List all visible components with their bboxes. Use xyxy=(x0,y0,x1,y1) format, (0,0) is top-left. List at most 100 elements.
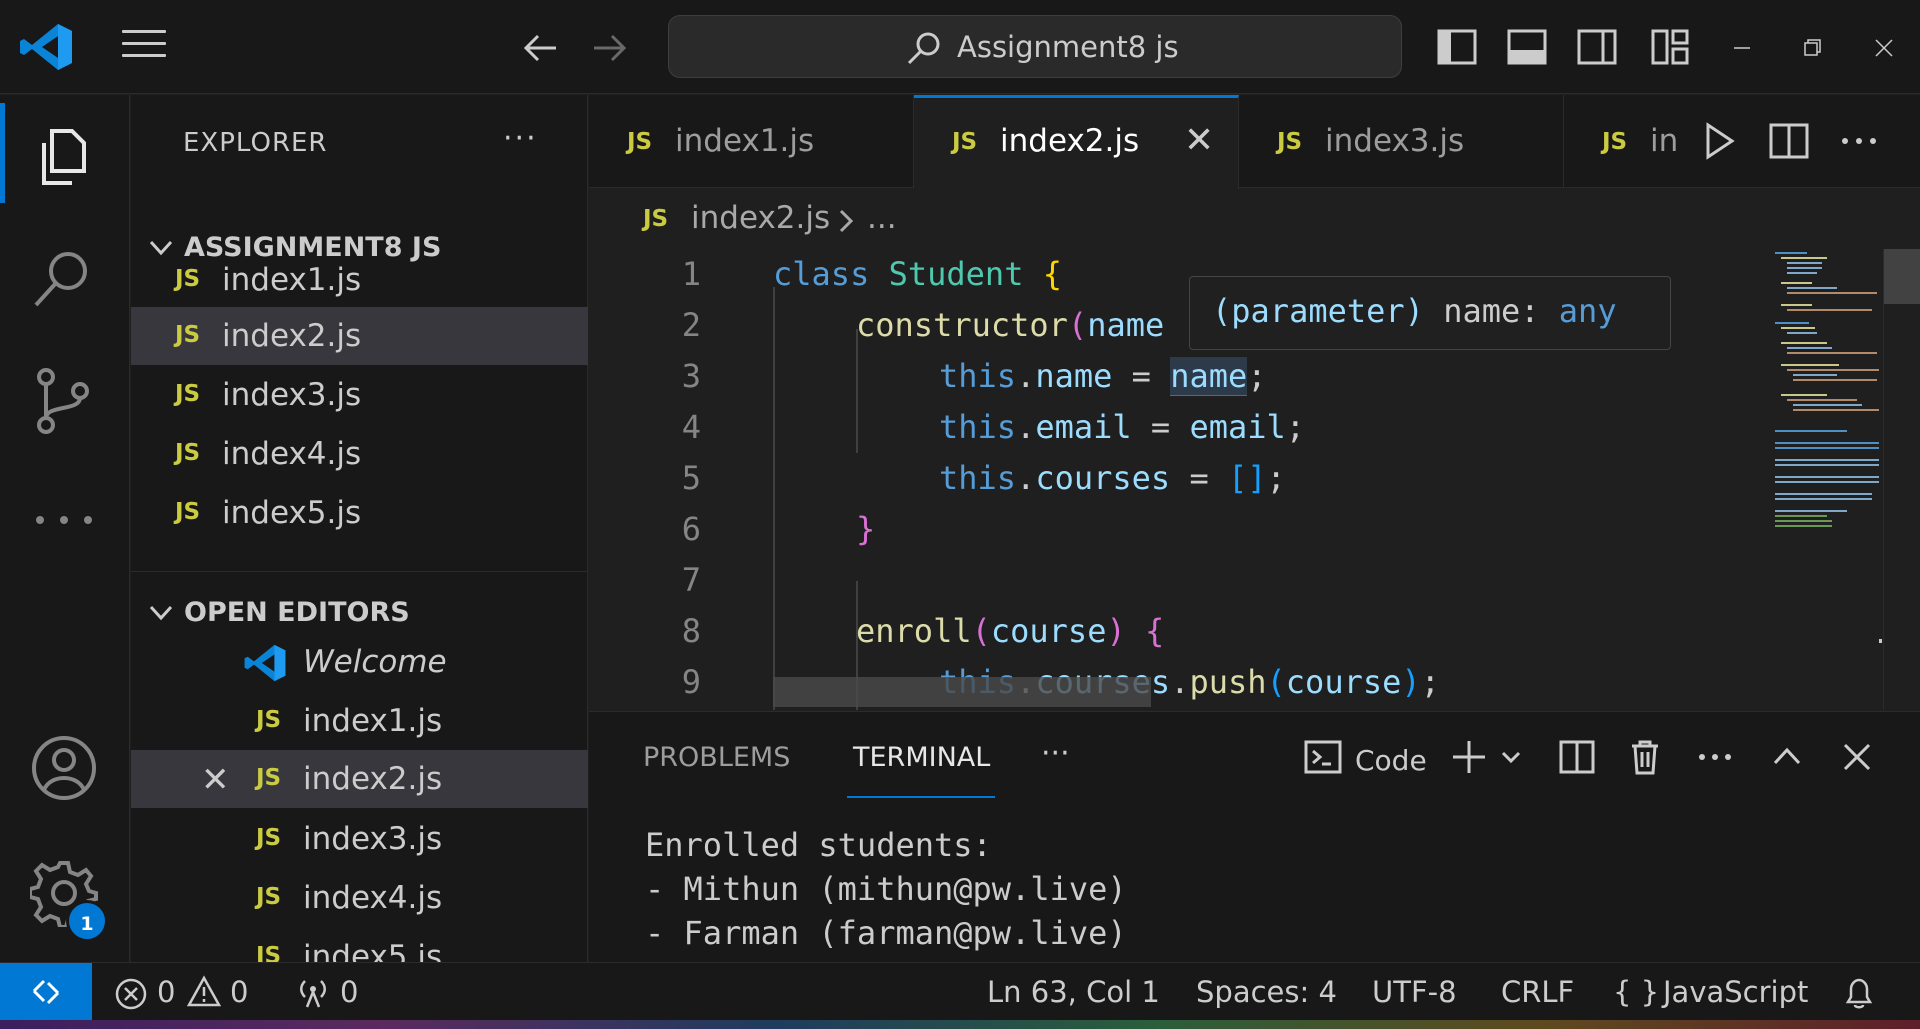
line-number: 5 xyxy=(681,459,701,497)
tab-problems[interactable]: PROBLEMS xyxy=(643,742,790,773)
open-editor-index2[interactable]: ✕ JS index2.js xyxy=(131,750,588,808)
hovered-symbol: name xyxy=(1170,357,1248,396)
activity-accounts[interactable] xyxy=(0,712,130,812)
activity-source-control[interactable] xyxy=(0,345,130,445)
editor-horizontal-scrollbar[interactable] xyxy=(773,677,1151,707)
indentation[interactable]: Spaces: 4 xyxy=(1196,975,1337,1009)
activity-more[interactable] xyxy=(0,475,130,575)
file-item-index4[interactable]: JS index4.js xyxy=(131,425,588,483)
breadcrumb-symbols[interactable]: ... xyxy=(867,200,897,236)
toggle-panel-icon[interactable] xyxy=(1506,26,1548,68)
more-actions-icon[interactable] xyxy=(1695,737,1735,777)
end-of-line[interactable]: CRLF xyxy=(1501,975,1574,1009)
menu-icon[interactable] xyxy=(122,30,166,64)
error-count[interactable]: 0 xyxy=(157,975,175,1009)
panel-more-actions[interactable]: ··· xyxy=(1041,736,1070,771)
open-editor-index1[interactable]: JS index1.js xyxy=(131,692,588,750)
file-name: index4.js xyxy=(222,436,362,472)
js-file-icon: JS xyxy=(256,707,282,733)
file-item-index3[interactable]: JS index3.js xyxy=(131,366,588,424)
customize-layout-icon[interactable] xyxy=(1650,26,1692,68)
close-editor-icon[interactable]: ✕ xyxy=(201,760,230,800)
open-editor-index4[interactable]: JS index4.js xyxy=(131,869,588,927)
activity-manage[interactable] xyxy=(0,837,130,937)
remote-indicator[interactable] xyxy=(0,963,92,1021)
split-terminal-icon[interactable] xyxy=(1557,737,1597,777)
activity-explorer[interactable] xyxy=(0,103,130,203)
encoding[interactable]: UTF-8 xyxy=(1372,975,1457,1009)
tab-index2[interactable]: JS index2.js ✕ xyxy=(914,95,1239,189)
terminal-name[interactable]: Code xyxy=(1355,744,1427,777)
explorer-more-actions[interactable]: ··· xyxy=(503,121,538,156)
open-editor-index5[interactable]: JS index5.js xyxy=(131,928,588,962)
ports-count[interactable]: 0 xyxy=(340,975,358,1009)
remote-icon xyxy=(32,979,60,1005)
maximize-panel-icon[interactable] xyxy=(1767,737,1807,777)
file-name: index2.js xyxy=(222,318,362,354)
split-editor-icon[interactable] xyxy=(1767,119,1811,163)
line-number: 2 xyxy=(681,306,701,344)
js-file-icon: JS xyxy=(175,440,201,466)
indent-guide xyxy=(856,329,858,453)
terminal-icon xyxy=(1304,740,1342,774)
tab-index4[interactable]: JS in xyxy=(1564,95,1684,188)
title-bar: Assignment8 js xyxy=(0,0,1920,94)
open-editor-name: index5.js xyxy=(303,939,443,962)
js-file-icon: JS xyxy=(175,266,201,292)
back-arrow-icon[interactable] xyxy=(518,26,562,70)
tab-label: in xyxy=(1650,123,1679,159)
line-number: 9 xyxy=(681,663,701,701)
tab-index1[interactable]: JS index1.js xyxy=(589,95,914,188)
file-item-index2[interactable]: JS index2.js xyxy=(131,307,588,365)
cursor-position[interactable]: Ln 63, Col 1 xyxy=(987,975,1160,1009)
activity-search[interactable] xyxy=(0,225,130,325)
js-file-icon: JS xyxy=(627,129,653,155)
chevron-right-icon xyxy=(839,209,854,233)
terminal-output-line: - Farman (farman@pw.live) xyxy=(645,914,1127,952)
scrollbar-thumb[interactable] xyxy=(1884,249,1920,304)
code-line-6: } xyxy=(856,510,876,548)
code-line-2: constructor(name xyxy=(856,306,1165,344)
editor-vertical-scrollbar[interactable] xyxy=(1883,249,1920,710)
js-file-icon: JS xyxy=(175,381,201,407)
file-name: index3.js xyxy=(222,377,362,413)
toggle-primary-sidebar-icon[interactable] xyxy=(1436,26,1478,68)
tab-terminal[interactable]: TERMINAL xyxy=(853,742,990,773)
line-number: 7 xyxy=(681,561,701,599)
file-item-index1[interactable]: JS index1.js xyxy=(131,251,588,309)
close-panel-icon[interactable] xyxy=(1837,737,1877,777)
run-icon[interactable] xyxy=(1696,119,1740,163)
explorer-title: EXPLORER xyxy=(183,128,328,158)
toggle-secondary-sidebar-icon[interactable] xyxy=(1576,26,1618,68)
close-tab-icon[interactable]: ✕ xyxy=(1184,120,1214,161)
warning-count[interactable]: 0 xyxy=(230,975,248,1009)
command-center-search[interactable]: Assignment8 js xyxy=(668,15,1402,78)
minimize-icon[interactable] xyxy=(1722,28,1762,68)
file-item-index5[interactable]: JS index5.js xyxy=(131,484,588,542)
restore-icon[interactable] xyxy=(1792,28,1832,68)
chevron-down-icon[interactable] xyxy=(1491,737,1531,777)
forward-arrow-icon[interactable] xyxy=(588,26,632,70)
breadcrumb-file[interactable]: index2.js xyxy=(691,200,830,236)
open-editor-welcome[interactable]: Welcome xyxy=(131,633,588,691)
language-mode[interactable]: JavaScript xyxy=(1663,975,1808,1009)
open-editor-name: index2.js xyxy=(303,761,443,797)
terminal-output-line: Enrolled students: xyxy=(645,826,992,864)
minimap[interactable] xyxy=(1767,249,1882,710)
js-file-icon: JS xyxy=(1602,129,1628,155)
code-line-8: enroll(course) { xyxy=(856,612,1165,650)
open-editors-title: OPEN EDITORS xyxy=(184,597,410,628)
close-window-icon[interactable] xyxy=(1864,28,1904,68)
notifications-bell-icon[interactable] xyxy=(1842,975,1876,1011)
line-number: 1 xyxy=(681,255,701,293)
explorer-icon xyxy=(42,129,86,185)
indent-guide xyxy=(773,287,775,710)
breadcrumb: JS index2.js ... xyxy=(589,189,1920,249)
line-number: 8 xyxy=(681,612,701,650)
kill-terminal-trash-icon[interactable] xyxy=(1625,737,1665,777)
open-editor-index3[interactable]: JS index3.js xyxy=(131,810,588,868)
tab-index3[interactable]: JS index3.js xyxy=(1239,95,1564,188)
more-actions-icon[interactable] xyxy=(1837,119,1881,163)
new-terminal-plus-icon[interactable] xyxy=(1449,737,1489,777)
parameter-hover-tooltip: (parameter) name: any xyxy=(1189,276,1671,350)
